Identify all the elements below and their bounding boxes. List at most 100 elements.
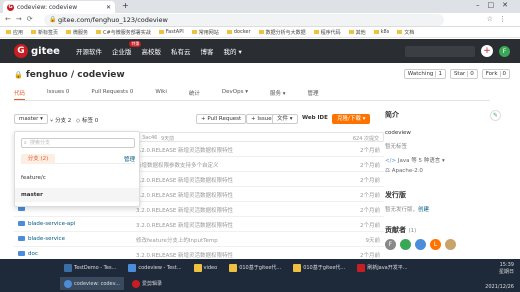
pull-request-button[interactable]: + Pull Request	[196, 114, 247, 124]
fork-button[interactable]: Fork 0	[481, 69, 510, 79]
commit-message[interactable]: 3.2.0.RELEASE 新增灵活数据权限特性	[136, 176, 233, 184]
search-icon: ⌕	[24, 140, 27, 146]
bookmark-item[interactable]: docker	[227, 29, 251, 35]
repo-tab[interactable]: 管理	[308, 89, 319, 100]
taskbar-app[interactable]: 爱剪辑录	[128, 277, 166, 290]
tags-link[interactable]: ◇ 标签 0	[76, 116, 98, 124]
bookmark-item[interactable]: 常用网站	[192, 29, 219, 36]
app-icon	[128, 263, 137, 272]
nav-link[interactable]: 博客	[200, 46, 213, 56]
taskbar-app[interactable]: codeview: codev...	[60, 277, 124, 290]
no-release-text: 暂无发行版，创建	[385, 207, 430, 213]
repo-tab[interactable]: 代码	[14, 89, 26, 100]
branch-select[interactable]: master ▾	[14, 114, 48, 124]
bookmark-item[interactable]: 文档	[397, 29, 414, 36]
table-row[interactable]: blade-service 修改feature分支上的InputTemp 9天前	[14, 232, 384, 247]
repo-tab[interactable]: 服务 ▾	[270, 89, 286, 100]
create-plus-button[interactable]: +	[481, 45, 493, 57]
repo-tab[interactable]: DevOps ▾	[222, 89, 248, 100]
table-row[interactable]: blade-service-api 3.2.0.RELEASE 新增灵活数据权限特…	[14, 217, 384, 232]
contributor-avatar[interactable]: L	[430, 239, 441, 250]
commit-time: 9天前	[365, 238, 381, 244]
repo-tab[interactable]: Issues 0	[47, 89, 69, 100]
user-avatar[interactable]: F	[499, 45, 510, 57]
file-menu-button[interactable]: 文件 ▾	[272, 114, 298, 124]
search-input[interactable]	[405, 45, 475, 57]
app-icon	[64, 263, 72, 272]
branch-search-input[interactable]: ⌕ 搜索分支	[21, 138, 135, 148]
nav-link[interactable]: 高校版	[141, 46, 161, 56]
bookmark-item[interactable]: C#与微服务部署实战	[96, 29, 151, 36]
nav-arrows-icon[interactable]: ←→⟳	[5, 15, 38, 23]
system-clock[interactable]: 15:39 星期日 2021/12/26	[485, 262, 514, 291]
contributor-avatar[interactable]	[415, 239, 426, 250]
commit-hash[interactable]: 3ac46	[142, 135, 157, 141]
branch-item-feature[interactable]: feature/c	[15, 171, 139, 185]
commit-message[interactable]: 3.2.0.RELEASE 新增灵活数据权限特性	[136, 206, 233, 214]
browser-menu-icon[interactable]: ☆⋮	[487, 15, 512, 23]
bookmark-item[interactable]: 程序代码	[314, 29, 341, 36]
commit-message[interactable]: 新增数据权限参数支持多个自定义	[136, 161, 219, 169]
nav-link[interactable]: 私有云	[171, 46, 191, 56]
star-button[interactable]: Star 0	[449, 69, 478, 79]
bookmark-item[interactable]: k8s	[374, 29, 390, 35]
taskbar-app[interactable]: 010基于gitee代...	[225, 261, 285, 274]
edit-icon[interactable]: ✎	[490, 110, 501, 121]
repo-tab[interactable]: 统计	[189, 89, 200, 100]
contributor-avatar[interactable]: F	[385, 239, 396, 250]
branches-link[interactable]: ⑂ 分支 2	[50, 116, 71, 124]
bookmark-item[interactable]: 应用	[6, 29, 23, 36]
window-controls-icon[interactable]: –□✕	[476, 1, 516, 9]
nav-link[interactable]: 开源软件	[76, 46, 102, 56]
folder-icon	[18, 221, 25, 226]
contributor-avatar[interactable]	[445, 239, 456, 250]
repo-title: 🔒 fenghuo / codeview	[14, 70, 125, 80]
language-info[interactable]: </> Java 等 5 种语言 ▾	[385, 156, 505, 164]
tab-branches[interactable]: 分支 (2)	[21, 154, 55, 164]
branch-item-master[interactable]: master	[15, 188, 139, 202]
gitee-favicon-icon: G	[7, 3, 14, 11]
url-input[interactable]: 🔒 gitee.com/fenghuo_123/codeview	[44, 14, 444, 26]
close-tab-icon[interactable]: ✕	[106, 4, 111, 11]
bookmark-item[interactable]: 新标签页	[31, 29, 58, 36]
commit-message[interactable]: 3.2.0.RELEASE 新增灵活数据权限特性	[136, 221, 233, 229]
bookmark-item[interactable]: 数据分析与大数据	[259, 29, 306, 36]
browser-tab[interactable]: G codeview: codeview ✕	[3, 1, 115, 13]
bookmark-item[interactable]: 微服务	[66, 29, 88, 36]
commit-message[interactable]: 修改feature分支上的InputTemp	[136, 236, 218, 244]
repo-tab[interactable]: Wiki	[155, 89, 167, 100]
commit-message[interactable]: 3.2.0.RELEASE 新增灵活数据权限特性	[136, 191, 233, 199]
commit-message[interactable]: 3.2.0.RELEASE 新增灵活数据权限特性	[136, 251, 233, 259]
commit-message[interactable]: 3.2.0.RELEASE 新增灵活数据权限特性	[136, 146, 233, 154]
nav-link[interactable]: 企业版 特惠	[112, 41, 142, 56]
repo-actions: Watching 1 Star 0 Fork 0	[403, 69, 510, 79]
watching-button[interactable]: Watching 1	[403, 69, 446, 79]
taskbar-app[interactable]: video	[190, 261, 222, 274]
repo-tab[interactable]: Pull Requests 0	[91, 89, 133, 100]
web-ide-button[interactable]: Web IDE	[298, 114, 332, 124]
app-icon	[229, 263, 238, 272]
gitee-logo[interactable]: G gitee	[14, 44, 60, 58]
file-name[interactable]: blade-service	[18, 236, 65, 242]
taskbar-app[interactable]: TestDemo - Tes...	[60, 261, 120, 274]
license-info[interactable]: ⚖ Apache-2.0	[385, 168, 505, 174]
clone-download-button[interactable]: 克隆/下载 ▾	[332, 114, 371, 124]
navbar-right: + F	[405, 45, 510, 57]
bookmark-item[interactable]: 其他	[349, 29, 366, 36]
repo-name-link[interactable]: fenghuo / codeview	[26, 70, 125, 80]
nav-link[interactable]: 我的 ▾	[223, 46, 241, 56]
repo-tabs: 代码 Issues 0 Pull Requests 0 Wiki 统计 DevOps ▾ 服…	[14, 89, 490, 101]
file-name[interactable]: blade-service-api	[18, 221, 75, 227]
taskbar-app[interactable]: 010基于gitee代...	[289, 261, 349, 274]
no-tags-text: 暂无标签	[385, 144, 408, 150]
commit-count-link[interactable]: 624 次提交	[353, 135, 379, 142]
lock-icon: 🔒	[49, 16, 57, 23]
bookmark-item[interactable]: FastAPI	[159, 29, 184, 35]
contributor-avatar[interactable]	[400, 239, 411, 250]
taskbar-app[interactable]: 刷新Java开发平...	[353, 261, 411, 274]
taskbar-app[interactable]: codeview - Test...	[124, 261, 185, 274]
new-tab-icon[interactable]: +	[122, 1, 129, 10]
manage-branches-link[interactable]: 管理	[124, 155, 135, 163]
file-name[interactable]: doc	[18, 251, 38, 257]
create-release-link[interactable]: 创建	[418, 207, 429, 213]
